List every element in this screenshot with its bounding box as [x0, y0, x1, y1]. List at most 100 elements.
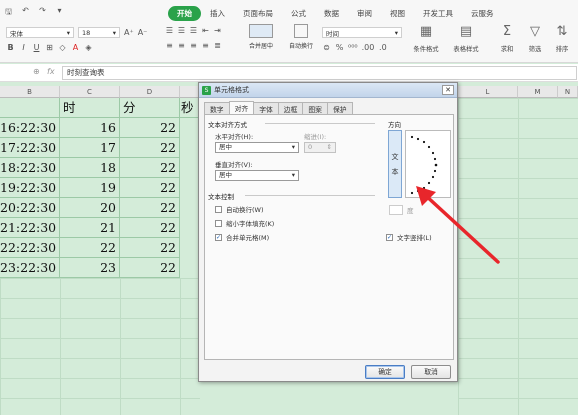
cancel-button[interactable]: 取消	[411, 365, 451, 379]
time-cell[interactable]: 20:22:30	[0, 198, 60, 218]
undo-icon[interactable]: ↶	[21, 6, 30, 20]
align-left-icon[interactable]: ≡	[165, 41, 174, 50]
tab-border[interactable]: 边框	[277, 102, 304, 114]
dialog-titlebar[interactable]: S 单元格格式 ✕	[199, 83, 457, 98]
conditional-format-button[interactable]: ▦ 条件格式	[407, 24, 445, 53]
tab-number[interactable]: 数字	[204, 102, 230, 114]
shrink-to-fit-checkbox[interactable]: 缩小字体填充(K)	[215, 218, 274, 228]
vertical-text-checkbox[interactable]: ✓ 文字竖排(L)	[386, 232, 432, 242]
time-cell[interactable]: 19:22:30	[0, 178, 60, 198]
align-middle-icon[interactable]: ☰	[177, 26, 186, 35]
wrap-text-button[interactable]: 自动换行	[285, 24, 317, 50]
minute-cell[interactable]: 22	[120, 158, 180, 178]
font-size-select[interactable]: 18 ▾	[78, 27, 120, 38]
vertical-align-select[interactable]: 居中 ▾	[215, 170, 299, 181]
hour-cell[interactable]: 17	[60, 138, 120, 158]
hour-cell[interactable]: 20	[60, 198, 120, 218]
tab-protection[interactable]: 保护	[326, 102, 353, 114]
tab-pattern[interactable]: 图案	[302, 102, 328, 114]
hour-cell[interactable]: 18	[60, 158, 120, 178]
minute-cell[interactable]: 22	[120, 138, 180, 158]
tab-view[interactable]: 视图	[381, 6, 414, 21]
percent-icon[interactable]: %	[335, 43, 344, 52]
time-cell[interactable]: 18:22:30	[0, 158, 60, 178]
font-name-select[interactable]: 宋体 ▾	[6, 27, 74, 38]
tab-developer[interactable]: 开发工具	[414, 6, 462, 21]
tab-data[interactable]: 数据	[315, 6, 348, 21]
time-cell[interactable]: 22:22:30	[0, 238, 60, 258]
hour-cell[interactable]: 19	[60, 178, 120, 198]
header-cell-second[interactable]: 秒	[180, 98, 200, 118]
minute-cell[interactable]: 22	[120, 218, 180, 238]
hour-cell[interactable]: 23	[60, 258, 120, 278]
redo-icon[interactable]: ↷	[38, 6, 47, 20]
wrap-text-checkbox[interactable]: 自动换行(W)	[215, 204, 264, 214]
indent-spinner[interactable]: 0 ⇕	[304, 142, 336, 153]
merge-center-button[interactable]: 合并居中	[243, 24, 279, 56]
italic-icon[interactable]: I	[19, 43, 28, 52]
header-cell-minute[interactable]: 分	[120, 98, 180, 118]
border-icon[interactable]: ⊞	[45, 43, 54, 52]
column-header-c[interactable]: C	[60, 86, 120, 98]
shrink-font-icon[interactable]: A⁻	[138, 28, 148, 37]
time-cell[interactable]: 21:22:30	[0, 218, 60, 238]
currency-icon[interactable]: ⊜	[322, 43, 331, 52]
thousands-icon[interactable]: ⁰⁰⁰	[348, 43, 358, 52]
tab-formulas[interactable]: 公式	[282, 6, 315, 21]
time-cell[interactable]: 17:22:30	[0, 138, 60, 158]
align-center-icon[interactable]: ≡	[177, 41, 186, 50]
minute-cell[interactable]: 22	[120, 178, 180, 198]
tab-insert[interactable]: 插入	[201, 6, 234, 21]
tab-cloud[interactable]: 云服务	[462, 6, 503, 21]
orientation-dial[interactable]	[405, 130, 451, 198]
zoom-icon[interactable]: ⊕	[33, 67, 40, 76]
distributed-icon[interactable]: ≣	[213, 41, 222, 50]
sort-button[interactable]: ⇅ 排序	[547, 24, 577, 53]
save-icon[interactable]: 🖫	[4, 6, 13, 20]
horizontal-align-select[interactable]: 居中 ▾	[215, 142, 299, 153]
cell[interactable]	[0, 98, 60, 118]
hour-cell[interactable]: 16	[60, 118, 120, 138]
minute-cell[interactable]: 22	[120, 118, 180, 138]
align-top-icon[interactable]: ☰	[165, 26, 174, 35]
header-cell-hour[interactable]: 时	[60, 98, 120, 118]
empty-cells-area[interactable]	[458, 98, 578, 415]
indent-right-icon[interactable]: ⇥	[213, 26, 222, 35]
sum-button[interactable]: Σ 求和	[493, 24, 521, 53]
underline-icon[interactable]: U	[32, 43, 41, 52]
eraser-icon[interactable]: ◈	[84, 43, 93, 52]
number-format-select[interactable]: 时间 ▾	[322, 27, 402, 38]
column-header-n[interactable]: N	[558, 86, 578, 98]
formula-input[interactable]: 时刻查询表	[62, 66, 577, 80]
degree-input[interactable]	[389, 205, 403, 215]
ok-button[interactable]: 确定	[365, 365, 405, 379]
tab-font[interactable]: 字体	[253, 102, 279, 114]
justify-icon[interactable]: ≡	[201, 41, 210, 50]
tab-home[interactable]: 开始	[168, 6, 201, 21]
indent-left-icon[interactable]: ⇤	[201, 26, 210, 35]
tab-page-layout[interactable]: 页面布局	[234, 6, 282, 21]
filter-button[interactable]: ▽ 筛选	[521, 24, 549, 53]
align-bottom-icon[interactable]: ☰	[189, 26, 198, 35]
empty-cells-area[interactable]	[0, 278, 200, 415]
align-right-icon[interactable]: ≡	[189, 41, 198, 50]
merge-cells-checkbox[interactable]: ✓ 合并单元格(M)	[215, 232, 269, 242]
tab-alignment[interactable]: 对齐	[228, 101, 255, 114]
minute-cell[interactable]: 22	[120, 238, 180, 258]
hour-cell[interactable]: 21	[60, 218, 120, 238]
fill-color-icon[interactable]: ◇	[58, 43, 67, 52]
fx-icon[interactable]: fx	[47, 67, 55, 76]
column-header-b[interactable]: B	[0, 86, 60, 98]
time-cell[interactable]: 16:22:30	[0, 118, 60, 138]
decrease-decimal-icon[interactable]: .0	[378, 43, 387, 52]
close-icon[interactable]: ✕	[442, 85, 454, 95]
table-style-button[interactable]: ▤ 表格样式	[447, 24, 485, 53]
time-cell[interactable]: 23:22:30	[0, 258, 60, 278]
hour-cell[interactable]: 22	[60, 238, 120, 258]
column-header-m[interactable]: M	[518, 86, 558, 98]
minute-cell[interactable]: 22	[120, 258, 180, 278]
chevron-down-icon[interactable]: ▾	[55, 6, 64, 20]
column-header-l[interactable]: L	[458, 86, 518, 98]
increase-decimal-icon[interactable]: .00	[362, 43, 375, 52]
font-color-icon[interactable]: A	[71, 43, 80, 52]
